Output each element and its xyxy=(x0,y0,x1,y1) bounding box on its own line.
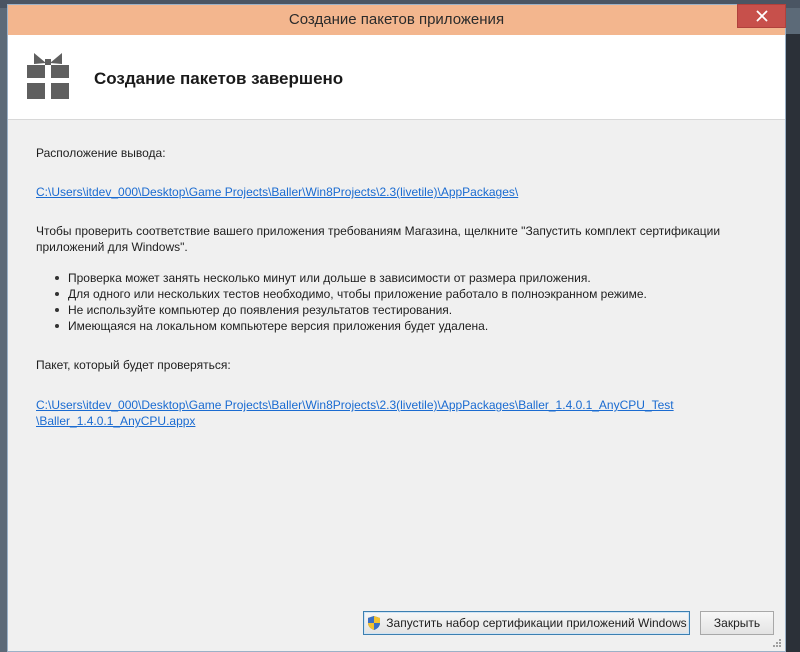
package-label: Пакет, который будет проверяться: xyxy=(36,358,231,372)
shield-icon xyxy=(368,616,381,630)
launch-certification-label: Запустить набор сертификации приложений … xyxy=(386,616,687,630)
list-item: Для одного или нескольких тестов необход… xyxy=(36,286,647,302)
title-bar[interactable]: Создание пакетов приложения xyxy=(8,4,786,35)
instructions-line-1: Чтобы проверить соответствие вашего прил… xyxy=(36,224,721,238)
close-button[interactable]: Закрыть xyxy=(700,611,774,635)
package-path-link-line-1[interactable]: C:\Users\itdev_000\Desktop\Game Projects… xyxy=(36,397,674,413)
launch-certification-button[interactable]: Запустить набор сертификации приложений … xyxy=(363,611,690,635)
output-path-link[interactable]: C:\Users\itdev_000\Desktop\Game Projects… xyxy=(36,184,518,200)
list-item: Проверка может занять несколько минут ил… xyxy=(36,270,647,286)
instructions-line-2: приложений для Windows". xyxy=(36,240,188,254)
page-title: Создание пакетов завершено xyxy=(94,69,344,88)
dialog-header: Создание пакетов завершено xyxy=(8,35,785,120)
close-window-button[interactable] xyxy=(737,4,786,28)
package-path-link-line-2[interactable]: \Baller_1.4.0.1_AnyCPU.appx xyxy=(36,413,195,429)
background-right xyxy=(786,34,800,652)
list-item: Не используйте компьютер до появления ре… xyxy=(36,302,647,318)
list-item: Имеющаяся на локальном компьютере версия… xyxy=(36,318,647,334)
dialog-window: Создание пакетов приложения Создание пак… xyxy=(7,4,786,652)
notes-list: Проверка может занять несколько минут ил… xyxy=(36,270,647,334)
window-title: Создание пакетов приложения xyxy=(288,11,505,28)
close-icon xyxy=(756,10,767,22)
gift-icon xyxy=(27,53,69,99)
resize-grip-icon[interactable] xyxy=(772,638,782,648)
output-location-label: Расположение вывода: xyxy=(36,146,166,160)
